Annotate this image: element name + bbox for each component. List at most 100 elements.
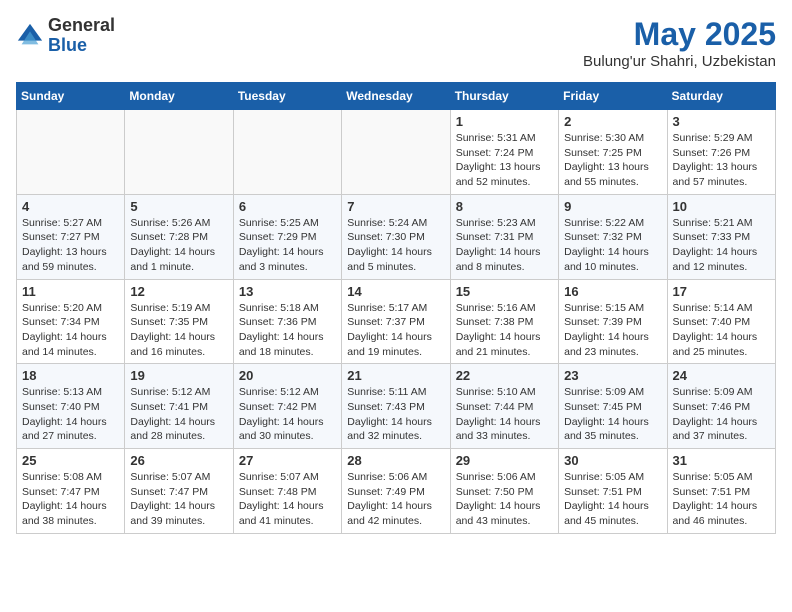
calendar-cell: 16 Sunrise: 5:15 AM Sunset: 7:39 PM Dayli… [559,279,667,364]
calendar-cell: 22 Sunrise: 5:10 AM Sunset: 7:44 PM Dayli… [450,364,558,449]
day-number: 18 [22,368,119,383]
day-number: 25 [22,453,119,468]
calendar-cell: 26 Sunrise: 5:07 AM Sunset: 7:47 PM Dayli… [125,449,233,534]
subtitle: Bulung'ur Shahri, Uzbekistan [583,53,776,70]
calendar-week-row: 4 Sunrise: 5:27 AM Sunset: 7:27 PM Daylig… [17,194,776,279]
day-info: Sunrise: 5:06 AM Sunset: 7:50 PM Dayligh… [456,470,553,529]
day-info: Sunrise: 5:12 AM Sunset: 7:41 PM Dayligh… [130,385,227,444]
day-info: Sunrise: 5:09 AM Sunset: 7:45 PM Dayligh… [564,385,661,444]
weekday-header: Wednesday [342,83,450,110]
day-number: 19 [130,368,227,383]
day-info: Sunrise: 5:30 AM Sunset: 7:25 PM Dayligh… [564,131,661,190]
day-number: 27 [239,453,336,468]
calendar-cell: 25Sunrise: 5:08 AM Sunset: 7:47 PM Dayli… [17,449,125,534]
day-number: 29 [456,453,553,468]
day-number: 30 [564,453,661,468]
calendar-cell: 6 Sunrise: 5:25 AM Sunset: 7:29 PM Daylig… [233,194,341,279]
weekday-header: Friday [559,83,667,110]
day-number: 10 [673,199,770,214]
calendar-week-row: 25Sunrise: 5:08 AM Sunset: 7:47 PM Dayli… [17,449,776,534]
day-number: 1 [456,114,553,129]
calendar-cell: 5 Sunrise: 5:26 AM Sunset: 7:28 PM Daylig… [125,194,233,279]
calendar-table: SundayMondayTuesdayWednesdayThursdayFrid… [16,82,776,534]
weekday-header: Thursday [450,83,558,110]
day-info: Sunrise: 5:13 AM Sunset: 7:40 PM Dayligh… [22,385,119,444]
day-number: 12 [130,284,227,299]
logo: General Blue [16,16,115,56]
calendar-cell: 31Sunrise: 5:05 AM Sunset: 7:51 PM Dayli… [667,449,775,534]
day-info: Sunrise: 5:25 AM Sunset: 7:29 PM Dayligh… [239,216,336,275]
calendar-cell: 17 Sunrise: 5:14 AM Sunset: 7:40 PM Dayli… [667,279,775,364]
day-info: Sunrise: 5:20 AM Sunset: 7:34 PM Dayligh… [22,301,119,360]
day-number: 23 [564,368,661,383]
day-info: Sunrise: 5:05 AM Sunset: 7:51 PM Dayligh… [564,470,661,529]
calendar-cell: 21Sunrise: 5:11 AM Sunset: 7:43 PM Dayli… [342,364,450,449]
calendar-cell: 11Sunrise: 5:20 AM Sunset: 7:34 PM Dayli… [17,279,125,364]
day-info: Sunrise: 5:23 AM Sunset: 7:31 PM Dayligh… [456,216,553,275]
calendar-cell: 10 Sunrise: 5:21 AM Sunset: 7:33 PM Dayli… [667,194,775,279]
day-number: 3 [673,114,770,129]
weekday-header: Monday [125,83,233,110]
day-number: 9 [564,199,661,214]
main-title: May 2025 [583,16,776,53]
day-number: 26 [130,453,227,468]
day-info: Sunrise: 5:31 AM Sunset: 7:24 PM Dayligh… [456,131,553,190]
calendar-week-row: 1 Sunrise: 5:31 AM Sunset: 7:24 PM Daylig… [17,110,776,195]
calendar-cell [233,110,341,195]
day-number: 2 [564,114,661,129]
logo-text: General Blue [48,16,115,56]
day-info: Sunrise: 5:15 AM Sunset: 7:39 PM Dayligh… [564,301,661,360]
day-info: Sunrise: 5:19 AM Sunset: 7:35 PM Dayligh… [130,301,227,360]
day-info: Sunrise: 5:14 AM Sunset: 7:40 PM Dayligh… [673,301,770,360]
day-info: Sunrise: 5:27 AM Sunset: 7:27 PM Dayligh… [22,216,119,275]
day-number: 16 [564,284,661,299]
day-info: Sunrise: 5:10 AM Sunset: 7:44 PM Dayligh… [456,385,553,444]
calendar-cell: 18 Sunrise: 5:13 AM Sunset: 7:40 PM Dayli… [17,364,125,449]
calendar-cell: 15 Sunrise: 5:16 AM Sunset: 7:38 PM Dayli… [450,279,558,364]
logo-icon [16,22,44,50]
calendar-cell: 23 Sunrise: 5:09 AM Sunset: 7:45 PM Dayli… [559,364,667,449]
weekday-header: Tuesday [233,83,341,110]
calendar-week-row: 18 Sunrise: 5:13 AM Sunset: 7:40 PM Dayli… [17,364,776,449]
day-info: Sunrise: 5:16 AM Sunset: 7:38 PM Dayligh… [456,301,553,360]
day-info: Sunrise: 5:05 AM Sunset: 7:51 PM Dayligh… [673,470,770,529]
day-number: 13 [239,284,336,299]
calendar-cell: 9 Sunrise: 5:22 AM Sunset: 7:32 PM Daylig… [559,194,667,279]
day-info: Sunrise: 5:26 AM Sunset: 7:28 PM Dayligh… [130,216,227,275]
calendar-cell: 19 Sunrise: 5:12 AM Sunset: 7:41 PM Dayli… [125,364,233,449]
calendar-cell: 14Sunrise: 5:17 AM Sunset: 7:37 PM Dayli… [342,279,450,364]
calendar-cell: 4 Sunrise: 5:27 AM Sunset: 7:27 PM Daylig… [17,194,125,279]
calendar-cell: 29 Sunrise: 5:06 AM Sunset: 7:50 PM Dayli… [450,449,558,534]
day-info: Sunrise: 5:09 AM Sunset: 7:46 PM Dayligh… [673,385,770,444]
calendar-cell: 28Sunrise: 5:06 AM Sunset: 7:49 PM Dayli… [342,449,450,534]
day-info: Sunrise: 5:07 AM Sunset: 7:47 PM Dayligh… [130,470,227,529]
calendar-week-row: 11Sunrise: 5:20 AM Sunset: 7:34 PM Dayli… [17,279,776,364]
calendar-cell: 30 Sunrise: 5:05 AM Sunset: 7:51 PM Dayli… [559,449,667,534]
day-info: Sunrise: 5:24 AM Sunset: 7:30 PM Dayligh… [347,216,444,275]
calendar-cell [125,110,233,195]
day-number: 17 [673,284,770,299]
day-number: 22 [456,368,553,383]
calendar-cell: 20 Sunrise: 5:12 AM Sunset: 7:42 PM Dayli… [233,364,341,449]
calendar-cell: 1 Sunrise: 5:31 AM Sunset: 7:24 PM Daylig… [450,110,558,195]
day-number: 15 [456,284,553,299]
calendar-cell: 12 Sunrise: 5:19 AM Sunset: 7:35 PM Dayli… [125,279,233,364]
calendar-cell: 3 Sunrise: 5:29 AM Sunset: 7:26 PM Daylig… [667,110,775,195]
day-number: 6 [239,199,336,214]
day-info: Sunrise: 5:18 AM Sunset: 7:36 PM Dayligh… [239,301,336,360]
weekday-header: Saturday [667,83,775,110]
page-header: General Blue May 2025 Bulung'ur Shahri, … [16,16,776,70]
title-section: May 2025 Bulung'ur Shahri, Uzbekistan [583,16,776,70]
day-number: 7 [347,199,444,214]
day-number: 20 [239,368,336,383]
calendar-cell: 8Sunrise: 5:23 AM Sunset: 7:31 PM Daylig… [450,194,558,279]
day-number: 28 [347,453,444,468]
day-info: Sunrise: 5:22 AM Sunset: 7:32 PM Dayligh… [564,216,661,275]
day-number: 5 [130,199,227,214]
day-info: Sunrise: 5:12 AM Sunset: 7:42 PM Dayligh… [239,385,336,444]
day-number: 4 [22,199,119,214]
weekday-header-row: SundayMondayTuesdayWednesdayThursdayFrid… [17,83,776,110]
day-info: Sunrise: 5:29 AM Sunset: 7:26 PM Dayligh… [673,131,770,190]
day-info: Sunrise: 5:07 AM Sunset: 7:48 PM Dayligh… [239,470,336,529]
day-info: Sunrise: 5:21 AM Sunset: 7:33 PM Dayligh… [673,216,770,275]
